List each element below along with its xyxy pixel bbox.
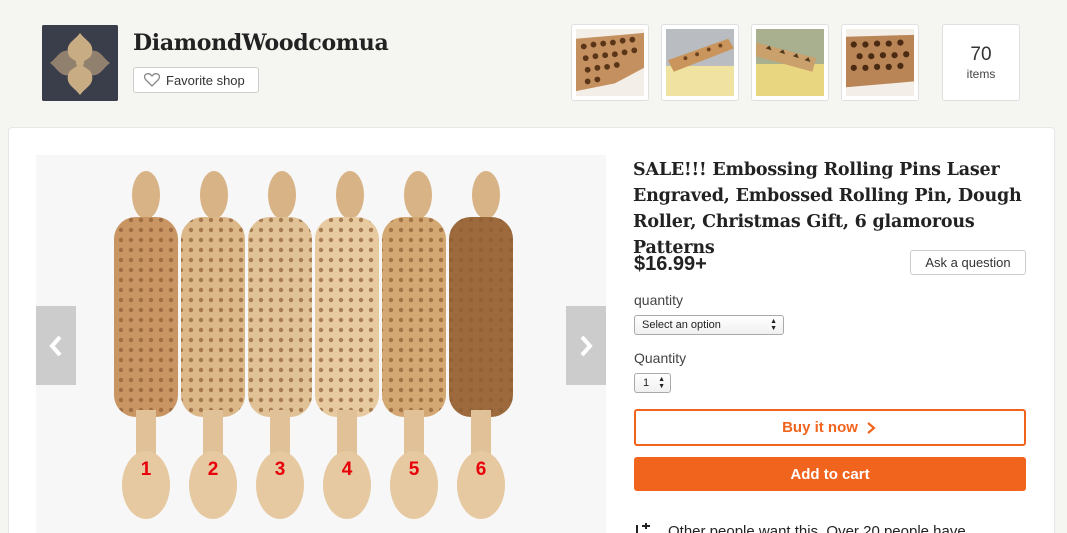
favorite-shop-button[interactable]: Favorite shop bbox=[133, 67, 259, 93]
shop-item-thumbnails bbox=[571, 24, 919, 101]
shop-name[interactable]: DiamondWoodcomua bbox=[133, 30, 389, 56]
shop-item-thumbnail[interactable] bbox=[751, 24, 829, 101]
variation-select-value: Select an option bbox=[642, 319, 721, 331]
shop-item-thumbnail[interactable] bbox=[571, 24, 649, 101]
select-arrows-icon: ▲ ▼ bbox=[658, 376, 665, 390]
favorite-shop-label: Favorite shop bbox=[166, 72, 245, 88]
next-image-button[interactable] bbox=[566, 306, 606, 385]
add-to-cart-button[interactable]: Add to cart bbox=[634, 457, 1026, 491]
chevron-right-icon bbox=[580, 335, 593, 356]
shop-item-thumbnail[interactable] bbox=[841, 24, 919, 101]
ask-question-button[interactable]: Ask a question bbox=[910, 250, 1026, 275]
shop-item-thumbnail[interactable] bbox=[661, 24, 739, 101]
pin-number-label: 4 bbox=[342, 459, 353, 480]
pin-number-label: 6 bbox=[476, 459, 487, 480]
variation-select[interactable]: Select an option ▲ ▼ bbox=[634, 315, 784, 335]
chevron-right-icon bbox=[867, 421, 876, 434]
buy-it-now-label: Buy it now bbox=[782, 419, 858, 436]
pin-number-label: 3 bbox=[275, 459, 286, 480]
chevron-left-icon bbox=[49, 335, 62, 356]
sparkle-icon bbox=[636, 523, 650, 533]
items-label: items bbox=[966, 67, 996, 81]
pin-number-label: 5 bbox=[409, 459, 420, 480]
quantity-label: Quantity bbox=[634, 350, 687, 366]
pin-number-label: 1 bbox=[141, 459, 152, 480]
listing-image[interactable]: 1 2 3 4 5 6 bbox=[36, 155, 606, 533]
listing-title: SALE!!! Embossing Rolling Pins Laser Eng… bbox=[633, 160, 1022, 258]
items-count: 70 bbox=[970, 44, 992, 65]
shop-items-count[interactable]: 70 items bbox=[942, 24, 1020, 101]
pin-number-label: 2 bbox=[208, 459, 219, 480]
demand-notice: Other people want this. Over 20 people h… bbox=[634, 521, 966, 533]
listing-price: $16.99+ bbox=[634, 253, 707, 275]
variation-label: quantity bbox=[634, 292, 684, 308]
shop-logo[interactable] bbox=[42, 25, 118, 101]
quantity-select[interactable]: 1 ▲ ▼ bbox=[634, 373, 671, 393]
buy-it-now-button[interactable]: Buy it now bbox=[634, 409, 1026, 446]
previous-image-button[interactable] bbox=[36, 306, 76, 385]
quantity-select-value: 1 bbox=[643, 377, 650, 389]
demand-notice-text: Other people want this. Over 20 people h… bbox=[668, 522, 966, 533]
select-arrows-icon: ▲ ▼ bbox=[770, 318, 777, 332]
heart-icon bbox=[143, 73, 161, 87]
